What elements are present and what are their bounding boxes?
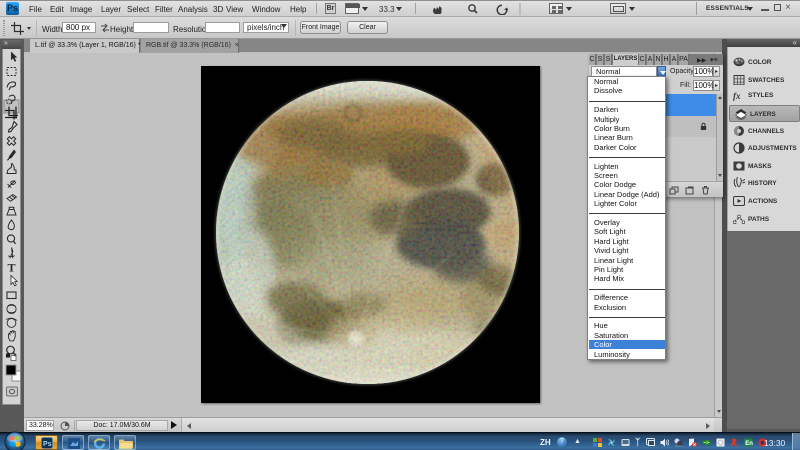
svg-text:Ps: Ps [43,441,52,448]
svg-text:T: T [8,261,16,275]
svg-text:fx: fx [733,91,741,101]
